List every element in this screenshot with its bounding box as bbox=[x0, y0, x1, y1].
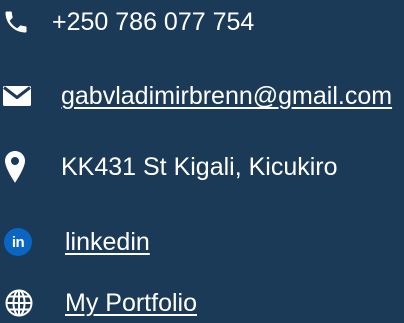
address-text: KK431 St Kigali, Kicukiro bbox=[61, 153, 338, 181]
contact-phone-row: +250 786 077 754 bbox=[0, 2, 404, 42]
linkedin-icon: in bbox=[0, 222, 36, 262]
phone-icon bbox=[2, 2, 38, 42]
phone-number: +250 786 077 754 bbox=[52, 8, 255, 36]
email-link[interactable]: gabvladimirbrenn@gmail.com bbox=[61, 76, 392, 116]
contact-portfolio-row: My Portfolio bbox=[0, 283, 404, 323]
contact-list: +250 786 077 754 gabvladimirbrenn@gmail.… bbox=[0, 0, 404, 322]
contact-address-row: KK431 St Kigali, Kicukiro bbox=[0, 147, 404, 187]
linkedin-link[interactable]: linkedin bbox=[65, 222, 150, 262]
contact-linkedin-row: in linkedin bbox=[0, 222, 404, 262]
mail-icon bbox=[2, 76, 38, 116]
portfolio-link[interactable]: My Portfolio bbox=[65, 283, 197, 323]
linkedin-badge: in bbox=[4, 228, 32, 256]
map-pin-icon bbox=[4, 147, 40, 187]
globe-icon bbox=[4, 283, 40, 323]
contact-email-row: gabvladimirbrenn@gmail.com bbox=[0, 76, 404, 116]
